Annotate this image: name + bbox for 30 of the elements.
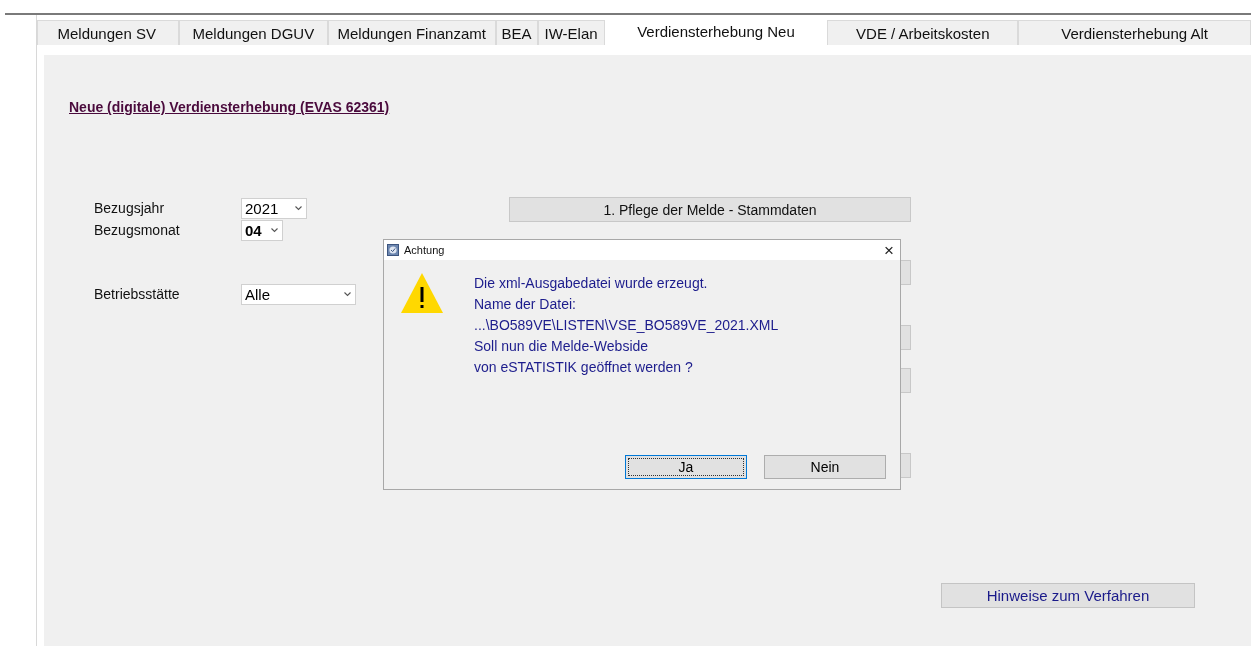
tab[interactable]: Verdiensterhebung Alt	[1018, 20, 1251, 45]
help-button[interactable]: Hinweise zum Verfahren	[941, 583, 1195, 608]
dialog-button[interactable]: Nein	[764, 455, 886, 479]
tab[interactable]: Meldungen DGUV	[178, 20, 328, 45]
message-text: Die xml-Ausgabedatei wurde erzeugt.	[474, 275, 709, 293]
message-text: ...\BO589VE\LISTEN\VSE_BO589VE_2021.XML	[474, 317, 779, 335]
field-label: Bezugsjahr	[94, 200, 166, 216]
tab[interactable]: VDE / Arbeitskosten	[827, 20, 1019, 45]
action-button[interactable]: 1. Pflege der Melde - Stammdaten	[509, 197, 911, 222]
field-label: Bezugsmonat	[94, 222, 181, 238]
message-text: Name der Datei:	[474, 296, 577, 314]
caret-icon	[344, 291, 351, 297]
app-icon	[387, 244, 399, 256]
tab[interactable]: Meldungen SV	[37, 20, 179, 45]
section-heading: Neue (digitale) Verdiensterhebung (EVAS 62361)	[68, 98, 391, 115]
message-text: von eSTATISTIK geöffnet werden ?	[474, 359, 694, 377]
tab[interactable]: BEA	[495, 20, 538, 45]
dialog-title: Achtung	[404, 244, 446, 256]
close-button[interactable]: ×	[884, 241, 894, 259]
caret-icon	[295, 205, 302, 211]
dropdown[interactable]: 2021	[241, 197, 307, 219]
message-text: Soll nun die Melde-Webside	[474, 338, 650, 356]
dialog-button[interactable]: Ja	[625, 455, 747, 479]
tab[interactable]: IW-Elan	[537, 20, 605, 45]
tab[interactable]: Meldungen Finanzamt	[327, 20, 496, 45]
caret-icon	[271, 227, 278, 233]
dropdown[interactable]: Alle	[241, 283, 356, 305]
dropdown[interactable]: 04	[241, 219, 283, 241]
field-label: Betriebsstätte	[94, 286, 181, 302]
warning-icon	[400, 272, 444, 314]
